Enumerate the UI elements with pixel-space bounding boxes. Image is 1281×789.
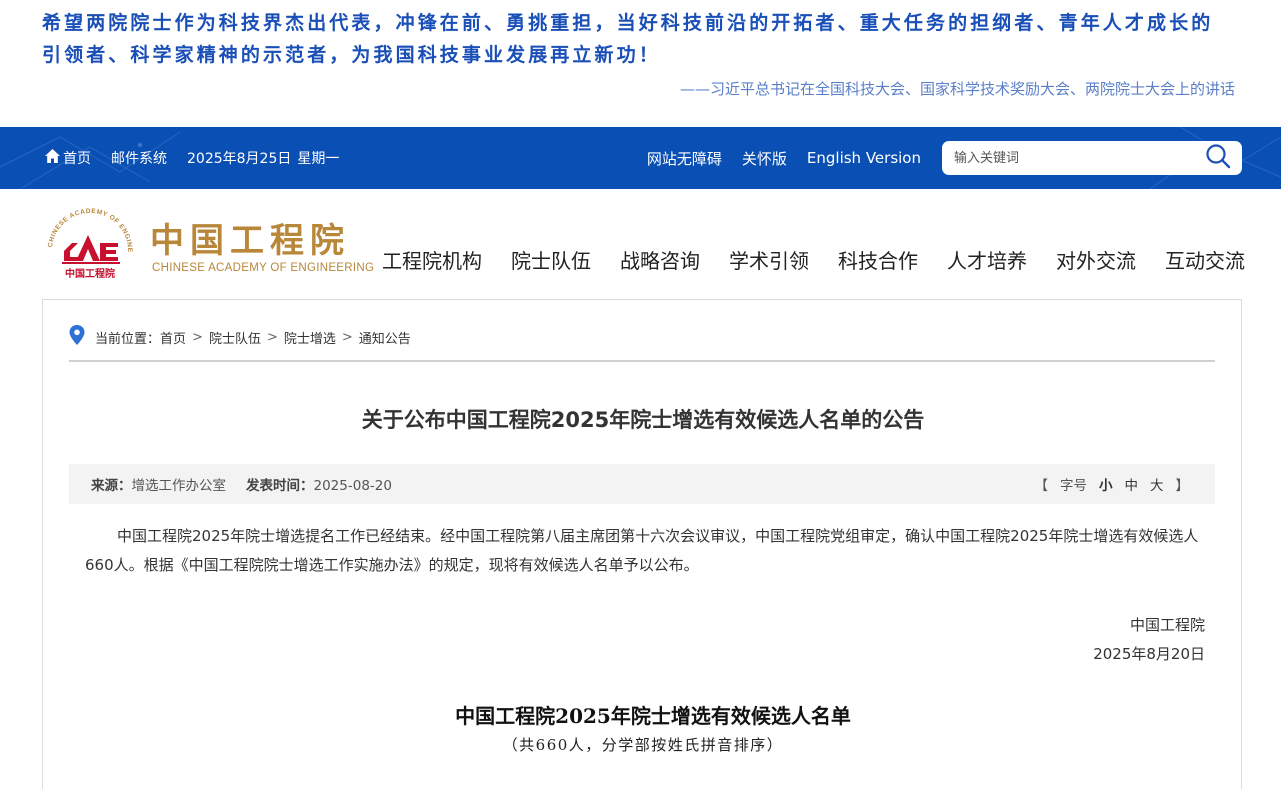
candidate-list-subtitle: （共660人，分学部按姓氏拼音排序）: [502, 736, 784, 754]
main-nav: 工程院机构 院士队伍 战略咨询 学术引领 科技合作 人才培养 对外交流 互动交流: [382, 245, 1245, 275]
search-input[interactable]: [952, 143, 1202, 173]
article-body: 中国工程院2025年院士增选提名工作已经结束。经中国工程院第八届主席团第十六次会…: [85, 527, 1199, 574]
font-size-medium-button[interactable]: 中: [1125, 474, 1139, 494]
nav-item-academicians[interactable]: 院士队伍: [511, 245, 591, 275]
top-right-links: 网站无障碍 关怀版 English Version: [647, 127, 921, 189]
cae-seal-emblem: CHINESE ACADEMY OF ENGINEERING 中国工程院: [42, 205, 132, 280]
top-bar: 首页 邮件系统 2025年8月25日 星期一 网站无障碍 关怀版 English…: [0, 127, 1281, 189]
signature-org: 中国工程院: [1129, 616, 1205, 634]
search-box: [942, 141, 1242, 175]
article-title: 关于公布中国工程院2025年院士增选有效候选人名单的公告: [361, 408, 925, 432]
care-mode-link[interactable]: 关怀版: [742, 148, 787, 169]
breadcrumb-separator: >: [266, 329, 278, 345]
search-button[interactable]: [1204, 143, 1232, 173]
logo-name-en: CHINESE ACADEMY OF ENGINEERING: [152, 262, 375, 274]
breadcrumb-notices[interactable]: 通知公告: [359, 328, 411, 347]
breadcrumb-divider: [69, 360, 1215, 362]
breadcrumb-election[interactable]: 院士增选: [284, 328, 336, 347]
home-icon: [44, 148, 61, 168]
breadcrumb-academicians[interactable]: 院士队伍: [209, 328, 261, 347]
signature-date: 2025年8月20日: [1093, 645, 1205, 663]
nav-item-cooperation[interactable]: 科技合作: [838, 245, 918, 275]
top-left-links: 首页 邮件系统 2025年8月25日 星期一: [44, 127, 339, 189]
font-bracket-open: 【: [1034, 478, 1049, 494]
weekday-text: 星期一: [297, 151, 340, 167]
search-icon: [1205, 143, 1231, 173]
mail-system-link[interactable]: 邮件系统: [111, 148, 167, 168]
article-meta-info: 来源：增选工作办公室 发表时间：2025-08-20: [91, 464, 392, 504]
breadcrumb-prefix: 当前位置：: [95, 331, 161, 347]
english-version-link[interactable]: English Version: [807, 149, 921, 167]
date-text: 2025年8月25日: [187, 151, 292, 167]
breadcrumb-separator: >: [341, 329, 353, 345]
breadcrumb-separator: >: [192, 329, 203, 345]
font-size-small-button[interactable]: 小: [1099, 474, 1113, 494]
nav-item-international[interactable]: 对外交流: [1056, 245, 1136, 275]
current-date: 2025年8月25日 星期一: [187, 148, 339, 168]
site-header: CHINESE ACADEMY OF ENGINEERING 中国工程院 中国工…: [0, 189, 1281, 299]
breadcrumb: 当前位置： 首页 > 院士队伍 > 院士增选 > 通知公告: [69, 325, 411, 349]
quote-banner: 希望两院院士作为科技界杰出代表，冲锋在前、勇挑重担，当好科技前沿的开拓者、重大任…: [0, 0, 1281, 127]
article-publish-time: 发表时间：2025-08-20: [246, 478, 392, 494]
logo-name-cn: 中国工程院: [150, 221, 350, 261]
candidate-list-title: 中国工程院2025年院士增选有效候选人名单: [455, 704, 851, 728]
content-frame: 当前位置： 首页 > 院士队伍 > 院士增选 > 通知公告 关于公布中国工程院2…: [42, 299, 1242, 789]
nav-item-strategy[interactable]: 战略咨询: [620, 245, 700, 275]
nav-item-talent[interactable]: 人才培养: [947, 245, 1027, 275]
accessibility-link[interactable]: 网站无障碍: [647, 148, 722, 169]
cae-logo[interactable]: CHINESE ACADEMY OF ENGINEERING 中国工程院 中国工…: [42, 205, 374, 285]
font-size-switcher: 【 字号 小 中 大 】: [1035, 464, 1190, 504]
home-link[interactable]: 首页: [44, 148, 91, 168]
font-size-label: 字号: [1060, 478, 1087, 494]
article-meta-bar: 来源：增选工作办公室 发表时间：2025-08-20 【 字号 小 中 大 】: [69, 464, 1215, 504]
article-source: 来源：增选工作办公室: [91, 478, 226, 494]
location-pin-icon: [69, 325, 85, 349]
svg-text:中国工程院: 中国工程院: [65, 267, 115, 280]
nav-item-interaction[interactable]: 互动交流: [1165, 245, 1245, 275]
nav-item-institutions[interactable]: 工程院机构: [382, 245, 482, 275]
font-size-large-button[interactable]: 大: [1150, 474, 1164, 494]
quote-line-2: 引领者、科学家精神的示范者，为我国科技事业发展再立新功！: [42, 44, 661, 66]
breadcrumb-home[interactable]: 首页: [160, 328, 186, 347]
font-bracket-close: 】: [1175, 478, 1190, 494]
quote-line-1: 希望两院院士作为科技界杰出代表，冲锋在前、勇挑重担，当好科技前沿的开拓者、重大任…: [42, 12, 1214, 34]
nav-item-academic[interactable]: 学术引领: [729, 245, 809, 275]
home-label: 首页: [63, 151, 91, 167]
quote-source: ——习近平总书记在全国科技大会、国家科学技术奖励大会、两院院士大会上的讲话: [679, 80, 1235, 98]
